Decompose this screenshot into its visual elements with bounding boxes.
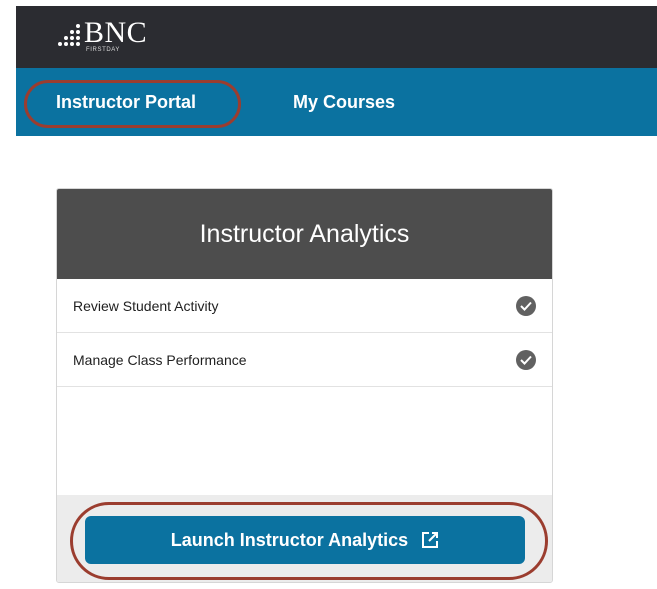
dot-grid-icon: [58, 24, 82, 50]
instructor-analytics-card: Instructor Analytics Review Student Acti…: [56, 188, 553, 583]
check-circle-icon: [516, 296, 536, 316]
feature-label: Manage Class Performance: [73, 352, 247, 368]
card-header: Instructor Analytics: [57, 189, 552, 279]
nav-instructor-portal[interactable]: Instructor Portal: [56, 68, 196, 136]
main-nav: Instructor Portal My Courses: [16, 68, 657, 136]
feature-row: Review Student Activity: [57, 279, 552, 333]
left-margin: [0, 0, 16, 589]
bnc-logo[interactable]: BNC FIRSTDAY: [58, 16, 198, 58]
card-footer: Launch Instructor Analytics: [57, 495, 552, 582]
check-circle-icon: [516, 350, 536, 370]
external-link-icon: [421, 519, 439, 567]
nav-my-courses[interactable]: My Courses: [293, 68, 395, 136]
top-bar: BNC FIRSTDAY: [16, 6, 657, 68]
feature-label: Review Student Activity: [73, 298, 219, 314]
launch-button-label: Launch Instructor Analytics: [170, 530, 409, 550]
brand-subtitle: FIRSTDAY: [86, 47, 121, 53]
feature-row: Manage Class Performance: [57, 333, 552, 387]
brand-name: BNC: [84, 16, 148, 49]
launch-instructor-analytics-button[interactable]: Launch Instructor Analytics: [85, 516, 525, 564]
card-title: Instructor Analytics: [199, 220, 410, 248]
